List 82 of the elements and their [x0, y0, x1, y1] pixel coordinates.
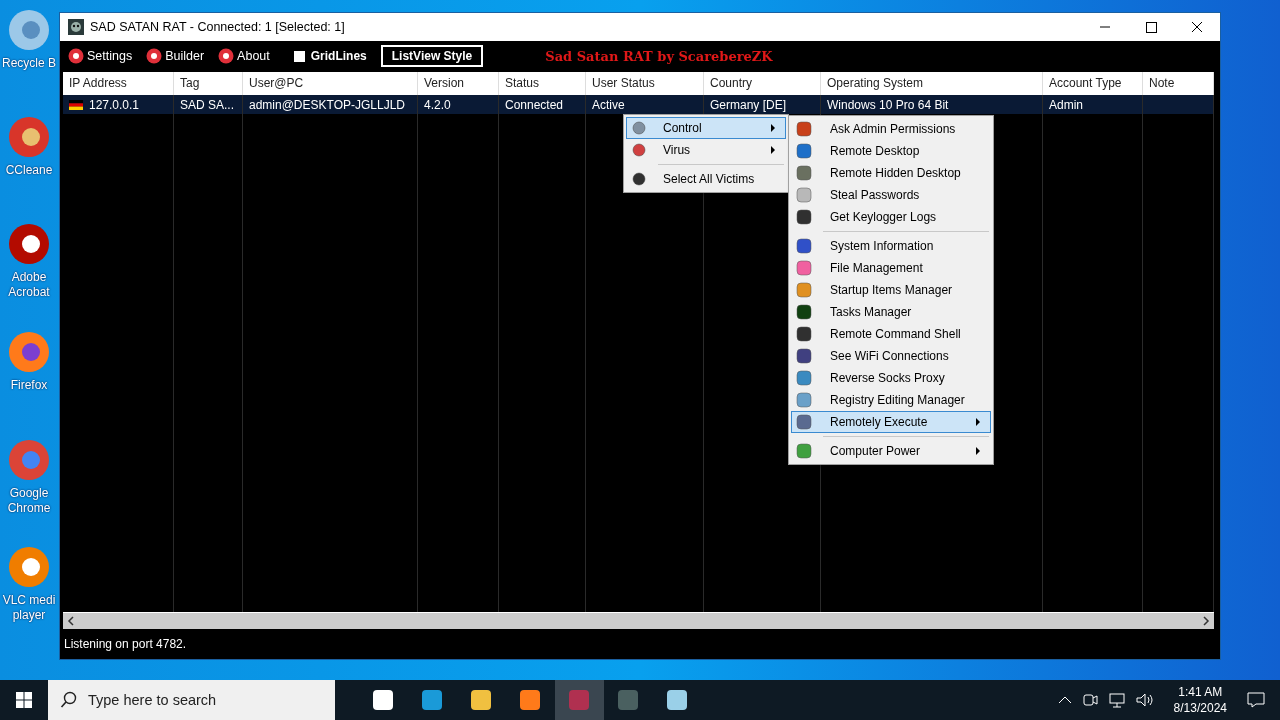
table-cell: admin@DESKTOP-JGLLJLD	[249, 97, 405, 112]
menu-item[interactable]: Remote Hidden Desktop	[791, 162, 991, 184]
table-row[interactable]: 127.0.0.1 SAD SA... admin@DESKTOP-JGLLJLD 4.2.0 Connected Active Germany [DE] Windows 10 Pro 64 Bit Admin	[63, 95, 1214, 114]
menu-item-icon	[796, 187, 812, 203]
toolbar-button[interactable]: About	[218, 48, 270, 64]
menu-item[interactable]: Remotely Execute	[791, 411, 991, 433]
table-cell: Germany [DE]	[710, 97, 787, 112]
table-cell: SAD SA...	[180, 97, 235, 112]
window-title: SAD SATAN RAT - Connected: 1 [Selected: 1]	[90, 20, 346, 34]
menu-item-icon	[796, 326, 812, 342]
app-icon[interactable]	[7, 545, 51, 589]
menu-item-icon	[631, 120, 647, 136]
menu-item[interactable]: Computer Power	[791, 440, 991, 462]
column-header[interactable]: User@PC	[243, 72, 418, 95]
column-header[interactable]: Status	[499, 72, 586, 95]
menu-item-icon	[796, 165, 812, 181]
menu-item[interactable]: Remote Desktop	[791, 140, 991, 162]
menu-item[interactable]: Steal Passwords	[791, 184, 991, 206]
menu-item[interactable]: Virus	[626, 139, 786, 161]
toolbar-button[interactable]: Builder	[146, 48, 205, 64]
app-icon[interactable]	[7, 222, 51, 266]
desktop-icon-label[interactable]: VLC medi player	[0, 593, 58, 623]
menu-item-icon	[796, 121, 812, 137]
menu-item-icon	[796, 370, 812, 386]
menu-item-icon	[631, 171, 647, 187]
menu-item-icon	[796, 209, 812, 225]
menu-item[interactable]: Control	[626, 117, 786, 139]
button-icon	[218, 48, 235, 64]
gridlines-checkbox[interactable]	[293, 50, 305, 62]
menu-item[interactable]: See WiFi Connections	[791, 345, 991, 367]
table-cell: 127.0.0.1	[89, 97, 140, 112]
clock-date[interactable]: 8/13/2024	[1173, 700, 1227, 716]
horizontal-scrollbar[interactable]	[63, 612, 1214, 629]
menu-item[interactable]: File Management	[791, 257, 991, 279]
menu-item-icon	[796, 414, 812, 430]
chevron-up-icon[interactable]	[1057, 695, 1072, 705]
column-header[interactable]: IP Address	[63, 72, 174, 95]
column-header[interactable]: User Status	[586, 72, 704, 95]
menu-item-icon	[796, 238, 812, 254]
toolbar-button[interactable]: Settings	[68, 48, 133, 64]
column-header[interactable]: Tag	[174, 72, 243, 95]
column-header[interactable]: Version	[418, 72, 499, 95]
clock-time[interactable]: 1:41 AM	[1178, 684, 1223, 700]
menu-item[interactable]: System Information	[791, 235, 991, 257]
search-field[interactable]: Type here to search	[48, 680, 335, 720]
table-cell: Admin	[1049, 97, 1083, 112]
column-header[interactable]: Note	[1143, 72, 1214, 95]
menu-item-icon	[796, 443, 812, 459]
menu-item[interactable]: Reverse Socks Proxy	[791, 367, 991, 389]
menu-item-icon	[796, 143, 812, 159]
app-icon	[68, 19, 84, 35]
menu-item[interactable]: Registry Editing Manager	[791, 389, 991, 411]
status-text: Listening on port 4782.	[64, 637, 187, 651]
menu-item[interactable]: Select All Victims	[626, 168, 786, 190]
table-cell: Windows 10 Pro 64 Bit	[827, 97, 949, 112]
button-icon	[68, 48, 84, 64]
notifications-icon[interactable]	[1246, 691, 1266, 709]
table-cell: Connected	[505, 97, 564, 112]
network-icon[interactable]	[1107, 691, 1126, 709]
menu-item-icon	[631, 142, 647, 158]
table-cell: 4.2.0	[424, 97, 451, 112]
menu-item[interactable]: Tasks Manager	[791, 301, 991, 323]
volume-icon[interactable]	[1134, 691, 1155, 709]
menu-item-icon	[796, 348, 812, 364]
table-cell: Active	[592, 97, 625, 112]
column-header[interactable]: Country	[704, 72, 821, 95]
checkbox-label[interactable]: GridLines	[310, 49, 367, 63]
listview-style-button[interactable]: ListView Style	[380, 45, 484, 67]
menu-item[interactable]: Get Keylogger Logs	[791, 206, 991, 228]
column-header[interactable]: Account Type	[1043, 72, 1143, 95]
menu-item[interactable]: Ask Admin Permissions	[791, 118, 991, 140]
menu-item-icon	[796, 304, 812, 320]
menu-item-icon	[796, 282, 812, 298]
button-icon	[146, 48, 163, 64]
menu-item[interactable]: Remote Command Shell	[791, 323, 991, 345]
menu-item-icon	[796, 260, 812, 276]
flag-icon	[69, 99, 83, 110]
camera-icon[interactable]	[1080, 691, 1099, 709]
menu-item-icon	[796, 392, 812, 408]
column-header[interactable]: Operating System	[821, 72, 1043, 95]
banner-title: Sad Satan RAT by ScarebereZK	[545, 48, 773, 64]
menu-item[interactable]: Startup Items Manager	[791, 279, 991, 301]
